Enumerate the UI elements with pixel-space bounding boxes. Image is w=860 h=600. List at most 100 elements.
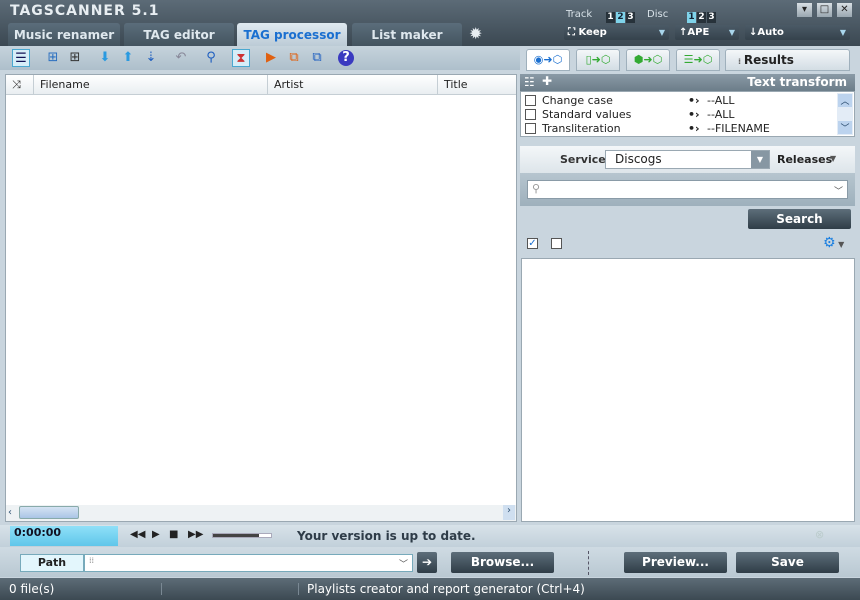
arrow-icon: •› (688, 108, 700, 121)
service-label: Service (560, 153, 606, 166)
shuffle-icon[interactable]: ⤨ (6, 75, 34, 94)
go-arrow-button[interactable]: ➔ (417, 552, 437, 573)
search-button[interactable]: Search (748, 209, 851, 229)
tab-results[interactable]: ⁞ Results (725, 49, 850, 71)
scroll-left-icon[interactable]: ‹ (8, 507, 12, 518)
track-2[interactable]: 2 (616, 12, 625, 23)
grid-small-icon[interactable]: ⊞ (44, 49, 62, 67)
search-icon: ⚲ (532, 182, 541, 195)
separator (588, 551, 589, 575)
chevron-down-icon: ﹀ (833, 187, 843, 197)
disc-2[interactable]: 2 (697, 12, 706, 23)
transform-item[interactable]: Transliteration •› --FILENAME (521, 122, 837, 136)
track-1[interactable]: 1 (606, 12, 615, 23)
ape-dropdown[interactable]: ↑APE ▼ (675, 25, 739, 40)
tab-tag-to-tag[interactable]: ⬢➜⬡ (626, 49, 670, 71)
checkbox[interactable] (525, 109, 536, 120)
close-button[interactable]: ✕ (837, 3, 852, 17)
search-input[interactable]: ⚲ ﹀ (527, 180, 848, 199)
play-icon[interactable]: ▶ (152, 529, 160, 540)
status-hint: Playlists creator and report generator (… (307, 582, 585, 596)
settings-gear-icon[interactable]: ✹ (469, 24, 482, 43)
search-bar: ⚲ ﹀ (520, 173, 855, 206)
disc-1[interactable]: 1 (687, 12, 696, 23)
rewind-icon[interactable]: ◀◀ (130, 529, 145, 540)
preview-button[interactable]: Preview... (624, 552, 727, 573)
disc-selector[interactable]: 123 (687, 9, 717, 23)
minimize-button[interactable]: ▾ (797, 3, 812, 17)
tab-text-to-tag[interactable]: ☰➜⬡ (676, 49, 720, 71)
path-bar: Path ⁞⁞ ﹀ ➔ Browse... Preview... Save (0, 547, 860, 577)
status-bar: 0 file(s) Playlists creator and report g… (0, 578, 860, 600)
transform-item[interactable]: Change case •› --ALL (521, 94, 837, 108)
transform-item[interactable]: Standard values •› --ALL (521, 108, 837, 122)
forward-icon[interactable]: ▶▶ (188, 529, 203, 540)
tab-music-renamer[interactable]: Music renamer (8, 23, 120, 46)
checkbox[interactable] (525, 123, 536, 134)
file-count: 0 file(s) (9, 582, 55, 596)
right-tabs: ◉➜⬡ ▯➜⬡ ⬢➜⬡ ☰➜⬡ ⁞ Results (520, 46, 860, 72)
time-display: 0:00:00 (10, 526, 118, 546)
scroll-up-icon[interactable]: ︿ (838, 94, 852, 107)
stop-icon[interactable]: ■ (169, 529, 178, 540)
chevron-down-icon[interactable]: ▼ (830, 154, 836, 163)
tab-file-to-tag[interactable]: ▯➜⬡ (576, 49, 620, 71)
help-icon[interactable]: ? (338, 50, 354, 66)
horizontal-scrollbar[interactable]: ‹ › (6, 505, 516, 521)
tab-tag-processor[interactable]: TAG processor (237, 23, 347, 46)
releases-dropdown[interactable]: Releases (777, 153, 832, 166)
move-up-icon[interactable]: ⬆ (119, 49, 137, 67)
tab-tag-editor[interactable]: TAG editor (124, 23, 234, 46)
check-all-checkbox[interactable]: ✓ (527, 238, 538, 249)
table-header: ⤨ Filename Artist Title (6, 75, 516, 95)
volume-slider[interactable] (212, 533, 272, 538)
close-message-icon[interactable]: ⊗ (815, 528, 824, 541)
tab-online-to-tag[interactable]: ◉➜⬡ (526, 49, 570, 71)
chevron-down-icon: ▼ (839, 28, 846, 37)
save-button[interactable]: Save (736, 552, 839, 573)
scroll-down-icon[interactable]: ﹀ (838, 121, 852, 134)
numbering-icon[interactable]: ⧉ (308, 49, 326, 67)
column-artist[interactable]: Artist (268, 75, 438, 94)
disc-label: Disc (647, 9, 669, 20)
disc-3[interactable]: 3 (707, 12, 716, 23)
service-bar: Service Discogs ▼ Releases ▼ (520, 146, 855, 173)
options-gear-icon[interactable]: ⚙ ▼ (823, 235, 844, 251)
scroll-thumb[interactable] (19, 506, 79, 519)
tree-view-icon[interactable]: ☰ (12, 49, 30, 67)
file-table[interactable]: ⤨ Filename Artist Title ‹ › (5, 74, 517, 522)
sort-icon[interactable]: ⇣ (142, 49, 160, 67)
search-icon[interactable]: ⚲ (202, 49, 220, 67)
tab-list-maker[interactable]: List maker (352, 23, 462, 46)
checkbox[interactable] (525, 95, 536, 106)
chevron-down-icon: ▼ (751, 151, 769, 168)
keep-icon: ⛶ (568, 27, 579, 38)
auto-dropdown[interactable]: ↓Auto ▼ (745, 25, 850, 40)
add-icon[interactable]: ✚ (542, 74, 552, 88)
browse-button[interactable]: Browse... (451, 552, 554, 573)
title-bar: TAGSCANNER 5.1 Music renamer TAG editor … (0, 0, 860, 46)
text-transform-header: ☷ ✚ Text transform (520, 74, 855, 91)
uncheck-all-checkbox[interactable] (551, 238, 562, 249)
list-icon[interactable]: ☷ (524, 75, 535, 89)
play-files-icon[interactable]: ⧉ (285, 49, 303, 67)
track-selector[interactable]: 123 (606, 9, 636, 23)
service-select[interactable]: Discogs ▼ (605, 150, 770, 169)
text-transform-list: Change case •› --ALL Standard values •› --AL… (520, 91, 855, 137)
track-3[interactable]: 3 (626, 12, 635, 23)
scroll-right-icon[interactable]: › (503, 505, 515, 520)
play-file-icon[interactable]: ▶ (262, 49, 280, 67)
column-title[interactable]: Title (438, 75, 516, 94)
move-down-icon[interactable]: ⬇ (96, 49, 114, 67)
maximize-button[interactable]: □ (817, 3, 832, 17)
grid-large-icon[interactable]: ⊞ (66, 49, 84, 67)
text-transform-title: Text transform (747, 75, 847, 89)
filter-icon[interactable]: ⧗ (232, 49, 250, 67)
column-filename[interactable]: Filename (34, 75, 268, 94)
vertical-scrollbar[interactable]: ︿ ﹀ (837, 93, 853, 135)
divider (161, 583, 162, 595)
path-input[interactable]: ⁞⁞ ﹀ (84, 554, 413, 572)
undo-icon[interactable]: ↶ (172, 49, 190, 67)
keep-dropdown[interactable]: ⛶ Keep ▼ (564, 25, 669, 40)
path-label: Path (20, 554, 84, 572)
